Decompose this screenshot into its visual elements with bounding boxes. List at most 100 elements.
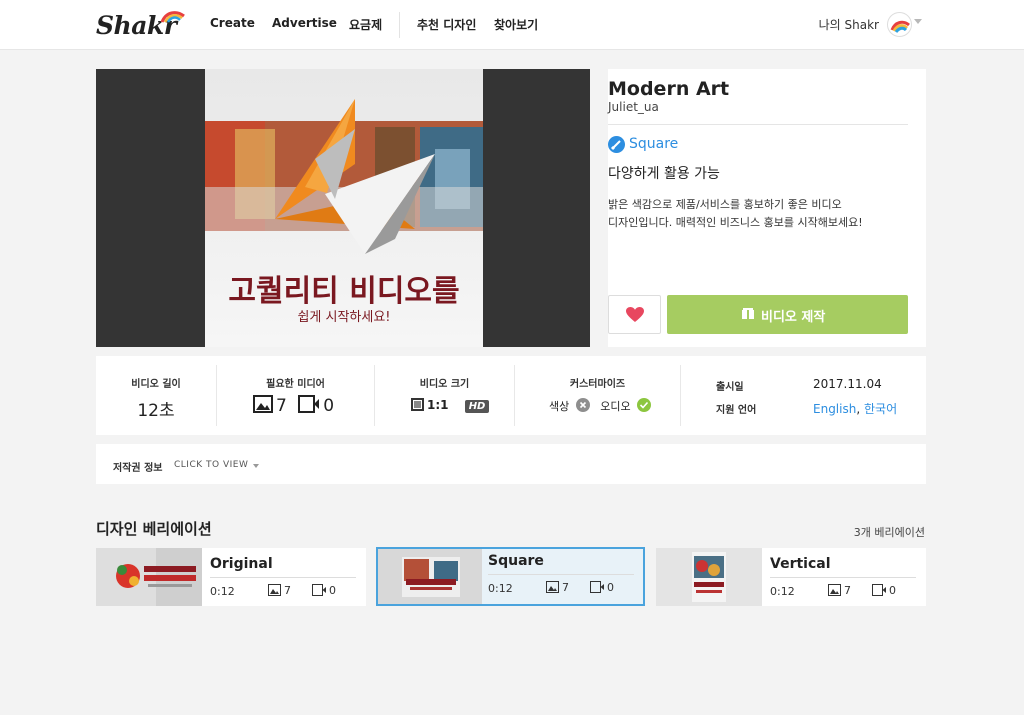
like-button[interactable]	[608, 295, 661, 334]
format-label: Square	[629, 136, 679, 152]
nav-pricing[interactable]: 요금제	[349, 16, 382, 33]
detail-media-label: 필요한 미디어	[266, 379, 325, 390]
detail-media: 필요한 미디어 7 0	[217, 356, 374, 435]
language-english-link[interactable]: English	[813, 402, 856, 416]
video-camera-icon	[298, 395, 320, 413]
variation-image-count-value: 7	[844, 584, 851, 597]
description-line: 밝은 색감으로 제품/서비스를 홍보하기 좋은 비디오	[608, 198, 842, 211]
video-thumbnail: 고퀄리티 비디오를 쉽게 시작하세요!	[205, 69, 483, 347]
detail-size-label: 비디오 크기	[419, 379, 470, 390]
nav-create[interactable]: Create	[210, 16, 255, 30]
detail-customize: 커스터마이즈 색상 오디오	[515, 356, 680, 435]
image-icon	[253, 395, 273, 413]
variation-video-count-value: 0	[329, 584, 336, 597]
make-video-button[interactable]: 비디오 제작	[667, 295, 908, 334]
media-image-count: 7	[276, 396, 287, 416]
design-tagline: 다양하게 활용 가능	[608, 166, 720, 182]
variation-duration: 0:12	[210, 585, 235, 598]
detail-length: 비디오 길이 12초	[96, 356, 216, 435]
x-circle-icon	[575, 398, 590, 412]
customize-audio: 오디오	[600, 400, 631, 413]
image-icon	[268, 584, 281, 596]
customize-color: 색상	[549, 400, 570, 413]
image-icon	[546, 581, 559, 593]
design-description: 밝은 색감으로 제품/서비스를 홍보하기 좋은 비디오 디자인입니다. 매력적인…	[608, 196, 908, 232]
language-label: 지원 언어	[716, 405, 757, 416]
video-camera-icon	[590, 581, 604, 593]
nav-browse[interactable]: 찾아보기	[494, 16, 538, 33]
variations-count: 3개 베리에이션	[853, 526, 925, 539]
video-preview[interactable]: 고퀄리티 비디오를 쉽게 시작하세요!	[96, 69, 590, 347]
shakr-logo[interactable]: Shakr	[96, 9, 186, 41]
variations-title: 디자인 베리에이션	[96, 520, 212, 538]
detail-size-values: 1:1 HD	[411, 398, 490, 413]
variation-video-count-value: 0	[889, 584, 896, 597]
square-format-icon	[608, 136, 625, 153]
variation-image-count: 7	[828, 584, 851, 597]
gift-box-icon	[742, 308, 754, 319]
language-values: English, 한국어	[813, 400, 897, 417]
details-divider	[680, 365, 681, 426]
design-title: Modern Art	[608, 78, 730, 100]
variation-divider	[488, 574, 634, 575]
detail-customize-values: 색상 오디오	[549, 398, 654, 414]
avatar[interactable]	[887, 12, 912, 37]
avatar-logo-icon	[890, 20, 910, 33]
video-camera-icon	[312, 584, 326, 596]
nav-featured[interactable]: 추천 디자인	[417, 16, 476, 33]
variation-thumbnail	[378, 549, 482, 604]
nav-divider	[399, 12, 400, 38]
logo-swoosh-icon	[160, 11, 185, 23]
variation-card-vertical[interactable]: Vertical 0:12 7 0	[656, 548, 926, 606]
variation-video-count-value: 0	[607, 581, 614, 594]
variation-duration: 0:12	[770, 585, 795, 598]
variation-card-original[interactable]: Original 0:12 7 0	[96, 548, 366, 606]
variation-name: Original	[210, 556, 273, 572]
variation-image-count-value: 7	[284, 584, 291, 597]
language-separator: ,	[856, 402, 861, 416]
detail-length-value: 12초	[137, 401, 175, 421]
description-line: 디자인입니다. 매력적인 비즈니스 홍보를 시작해보세요!	[608, 216, 863, 229]
detail-length-label: 비디오 길이	[131, 379, 181, 390]
nav-my-shakr[interactable]: 나의 Shakr	[819, 16, 879, 33]
copyright-toggle[interactable]: CLICK TO VIEW	[174, 460, 248, 470]
thumbnail-headline: 고퀄리티 비디오를	[228, 274, 459, 309]
top-nav: Shakr Create Advertise 요금제 추천 디자인 찾아보기 나…	[0, 0, 1024, 50]
video-details-bar: 비디오 길이 12초 필요한 미디어 7 0 비디오 크기 1:1 HD 커스터…	[96, 356, 926, 435]
copyright-bar: 저작권 정보 CLICK TO VIEW	[96, 444, 926, 484]
variation-name: Square	[488, 553, 544, 569]
user-menu-chevron-down-icon[interactable]	[914, 19, 922, 24]
video-camera-icon	[872, 584, 886, 596]
square-ratio-icon	[411, 398, 424, 411]
thumbnail-subline: 쉽게 시작하세요!	[297, 310, 390, 325]
variation-duration: 0:12	[488, 582, 513, 595]
variation-thumbnail	[96, 548, 202, 606]
make-video-label: 비디오 제작	[761, 310, 826, 325]
release-date-label: 출시일	[716, 382, 744, 393]
detail-customize-label: 커스터마이즈	[569, 379, 626, 390]
check-circle-icon	[637, 398, 652, 412]
variation-image-count: 7	[546, 581, 569, 594]
hd-badge: HD	[464, 400, 490, 413]
nav-advertise[interactable]: Advertise	[272, 16, 337, 30]
variation-video-count: 0	[590, 581, 614, 594]
info-divider	[608, 124, 908, 125]
variation-image-count: 7	[268, 584, 291, 597]
variation-name: Vertical	[770, 556, 831, 572]
image-icon	[828, 584, 841, 596]
variation-image-count-value: 7	[562, 581, 569, 594]
variation-divider	[770, 577, 916, 578]
heart-icon	[626, 307, 644, 322]
copyright-chevron-down-icon[interactable]	[253, 464, 259, 468]
language-korean-link[interactable]: 한국어	[864, 402, 897, 416]
release-date-value: 2017.11.04	[813, 377, 882, 391]
detail-size: 비디오 크기 1:1 HD	[375, 356, 514, 435]
variation-divider	[210, 577, 356, 578]
detail-media-values: 7 0	[253, 395, 334, 416]
variation-card-square[interactable]: Square 0:12 7 0	[376, 547, 645, 606]
design-author[interactable]: Juliet_ua	[608, 100, 659, 114]
media-video-count: 0	[323, 396, 335, 416]
copyright-label: 저작권 정보	[113, 463, 163, 474]
thumbnail-art: 고퀄리티 비디오를 쉽게 시작하세요!	[205, 69, 483, 347]
design-info-panel: Modern Art Juliet_ua Square 다양하게 활용 가능 밝…	[608, 69, 926, 347]
